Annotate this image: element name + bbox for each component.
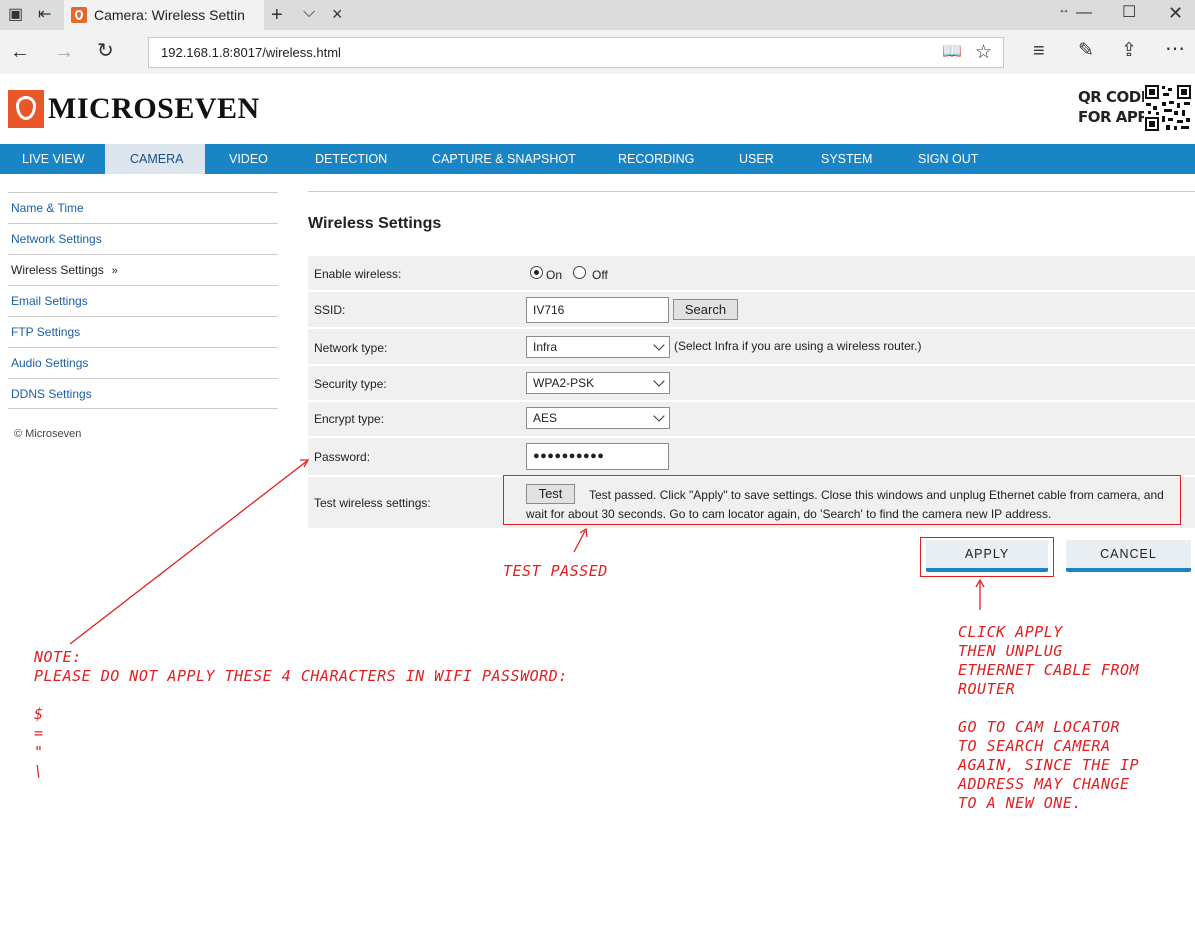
apply-instructions-note: CLICK APPLY THEN UNPLUG ETHERNET CABLE F… [958,623,1140,812]
test-passed-note: TEST PASSED [503,562,608,580]
password-characters-note: NOTE: PLEASE DO NOT APPLY THESE 4 CHARAC… [34,648,568,780]
